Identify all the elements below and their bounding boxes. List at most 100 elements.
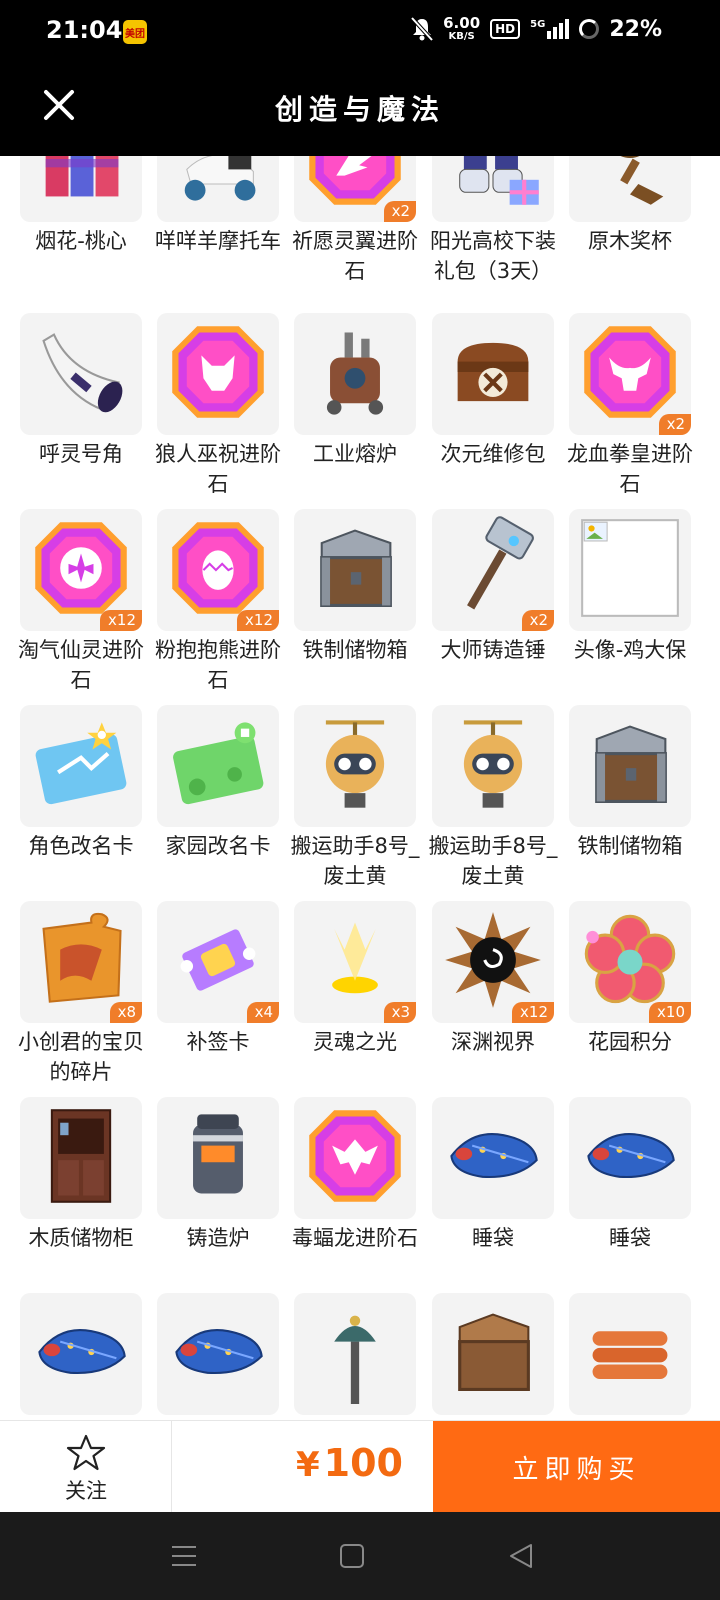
item-thumbnail	[569, 1097, 691, 1219]
firework-rocket-icon	[29, 156, 133, 215]
battery-percent: 22%	[609, 16, 662, 42]
item-card[interactable]: 烟花-桃心	[20, 156, 142, 256]
item-name: 祈愿灵翼进阶石	[292, 229, 418, 283]
item-thumbnail	[157, 1097, 279, 1219]
item-thumbnail: x2	[569, 313, 691, 435]
item-thumbnail	[20, 705, 142, 827]
item-card[interactable]: x12 深渊视界	[432, 901, 554, 1057]
item-card[interactable]: x12 粉抱抱熊进阶石	[155, 509, 281, 695]
item-card[interactable]: x12 淘气仙灵进阶石	[18, 509, 144, 695]
item-thumbnail: x12	[432, 901, 554, 1023]
status-indicators: 6.00 KB/S HD 5G 22%	[411, 16, 662, 42]
item-card[interactable]	[432, 1293, 554, 1419]
item-thumbnail	[432, 1293, 554, 1415]
wooden-chest-icon	[441, 1300, 545, 1408]
quantity-badge: x12	[100, 610, 142, 631]
follow-button[interactable]: 关注	[0, 1421, 172, 1513]
item-card[interactable]	[20, 1293, 142, 1419]
sleeping-bag-icon	[166, 1300, 270, 1408]
item-name: 烟花-桃心	[35, 229, 127, 253]
forge-hammer-icon	[441, 516, 545, 624]
quantity-badge: x8	[109, 1002, 142, 1023]
item-card[interactable]: 睡袋	[432, 1097, 554, 1253]
item-card[interactable]: 角色改名卡	[20, 705, 142, 861]
item-card[interactable]: 咩咩羊摩托车	[155, 156, 281, 256]
item-card[interactable]: x4 补签卡	[157, 901, 279, 1057]
item-card[interactable]: 木质储物柜	[20, 1097, 142, 1253]
item-name: 阳光高校下装礼包（3天）	[430, 229, 556, 283]
item-card[interactable]: 阳光高校下装礼包（3天）	[430, 156, 556, 286]
item-thumbnail	[569, 156, 691, 222]
egg-gem-icon	[166, 516, 270, 624]
item-thumbnail	[20, 1097, 142, 1219]
item-card[interactable]: 毒蝠龙进阶石	[292, 1097, 418, 1253]
item-thumbnail	[294, 313, 416, 435]
star-icon	[66, 1434, 106, 1471]
item-name: 花园积分	[588, 1030, 672, 1054]
wooden-trophy-icon	[578, 156, 682, 215]
item-card[interactable]: 铁制储物箱	[294, 509, 416, 665]
item-card[interactable]	[569, 1293, 691, 1419]
broken-image-icon	[578, 516, 682, 624]
item-name: 淘气仙灵进阶石	[18, 638, 144, 692]
price-value: 100	[323, 1441, 403, 1485]
item-thumbnail: x2	[294, 156, 416, 222]
price-currency: ¥	[296, 1445, 320, 1485]
sleeping-bag-icon	[441, 1104, 545, 1212]
item-card[interactable]: 搬运助手8号_废土黄	[429, 705, 557, 891]
item-card[interactable]: 呼灵号角	[20, 313, 142, 469]
mute-bell-icon	[411, 17, 434, 41]
buy-now-button[interactable]: 立即购买	[433, 1421, 720, 1513]
item-card[interactable]: x2 大师铸造锤	[432, 509, 554, 665]
menu-icon[interactable]	[166, 1538, 202, 1574]
battery-icon	[579, 19, 600, 39]
item-card[interactable]: 睡袋	[569, 1097, 691, 1253]
item-name: 粉抱抱熊进阶石	[155, 638, 281, 692]
item-card[interactable]: x8 小创君的宝贝的碎片	[18, 901, 144, 1087]
robot-yellow-icon	[441, 712, 545, 820]
lamp-post-icon	[303, 1300, 407, 1408]
system-nav-bar	[0, 1512, 720, 1600]
item-name: 呼灵号角	[39, 442, 123, 466]
item-name: 小创君的宝贝的碎片	[18, 1030, 144, 1084]
item-thumbnail	[432, 156, 554, 222]
item-name: 龙血拳皇进阶石	[567, 442, 693, 496]
item-thumbnail	[20, 313, 142, 435]
item-card[interactable]: 次元维修包	[432, 313, 554, 469]
abyss-eye-icon	[441, 908, 545, 1016]
item-card[interactable]: 原木奖杯	[569, 156, 691, 256]
quantity-badge: x2	[658, 414, 691, 435]
quantity-badge: x2	[521, 610, 554, 631]
item-card[interactable]: x2 祈愿灵翼进阶石	[292, 156, 418, 286]
item-name: 睡袋	[472, 1226, 514, 1250]
soul-light-icon	[303, 908, 407, 1016]
item-card[interactable]: 工业熔炉	[294, 313, 416, 469]
item-card[interactable]: x3 灵魂之光	[294, 901, 416, 1057]
item-thumbnail	[432, 313, 554, 435]
item-name: 头像-鸡大保	[573, 638, 687, 662]
item-card[interactable]: 狼人巫祝进阶石	[155, 313, 281, 499]
item-card[interactable]: x2 龙血拳皇进阶石	[567, 313, 693, 499]
back-icon[interactable]	[504, 1538, 540, 1574]
item-thumbnail	[20, 1293, 142, 1415]
item-card[interactable]: 铁制储物箱	[569, 705, 691, 861]
item-grid[interactable]: 烟花-桃心 咩咩羊摩托车 x2 祈愿灵翼进阶石 阳光高校下装礼包（3天） 原木奖杯…	[0, 156, 720, 1420]
home-icon[interactable]	[334, 1538, 370, 1574]
price: ¥100	[296, 1441, 403, 1485]
item-card[interactable]	[294, 1293, 416, 1419]
signin-ticket-icon	[166, 908, 270, 1016]
fairy-gem-icon	[29, 516, 133, 624]
item-thumbnail: x12	[20, 509, 142, 631]
item-name: 灵魂之光	[313, 1030, 397, 1054]
status-bar: 21:04 美团 6.00 KB/S HD 5G 22%	[0, 0, 720, 64]
item-name: 铁制储物箱	[577, 834, 683, 858]
robot-yellow-icon	[303, 712, 407, 820]
item-thumbnail: x4	[157, 901, 279, 1023]
item-card[interactable]: 铸造炉	[157, 1097, 279, 1253]
item-card[interactable]: 搬运助手8号_废土黄	[291, 705, 419, 891]
item-card[interactable]: x10 花园积分	[569, 901, 691, 1057]
puzzle-piece-icon	[29, 908, 133, 1016]
item-card[interactable]: 头像-鸡大保	[569, 509, 691, 665]
item-card[interactable]	[157, 1293, 279, 1419]
item-card[interactable]: 家园改名卡	[157, 705, 279, 861]
